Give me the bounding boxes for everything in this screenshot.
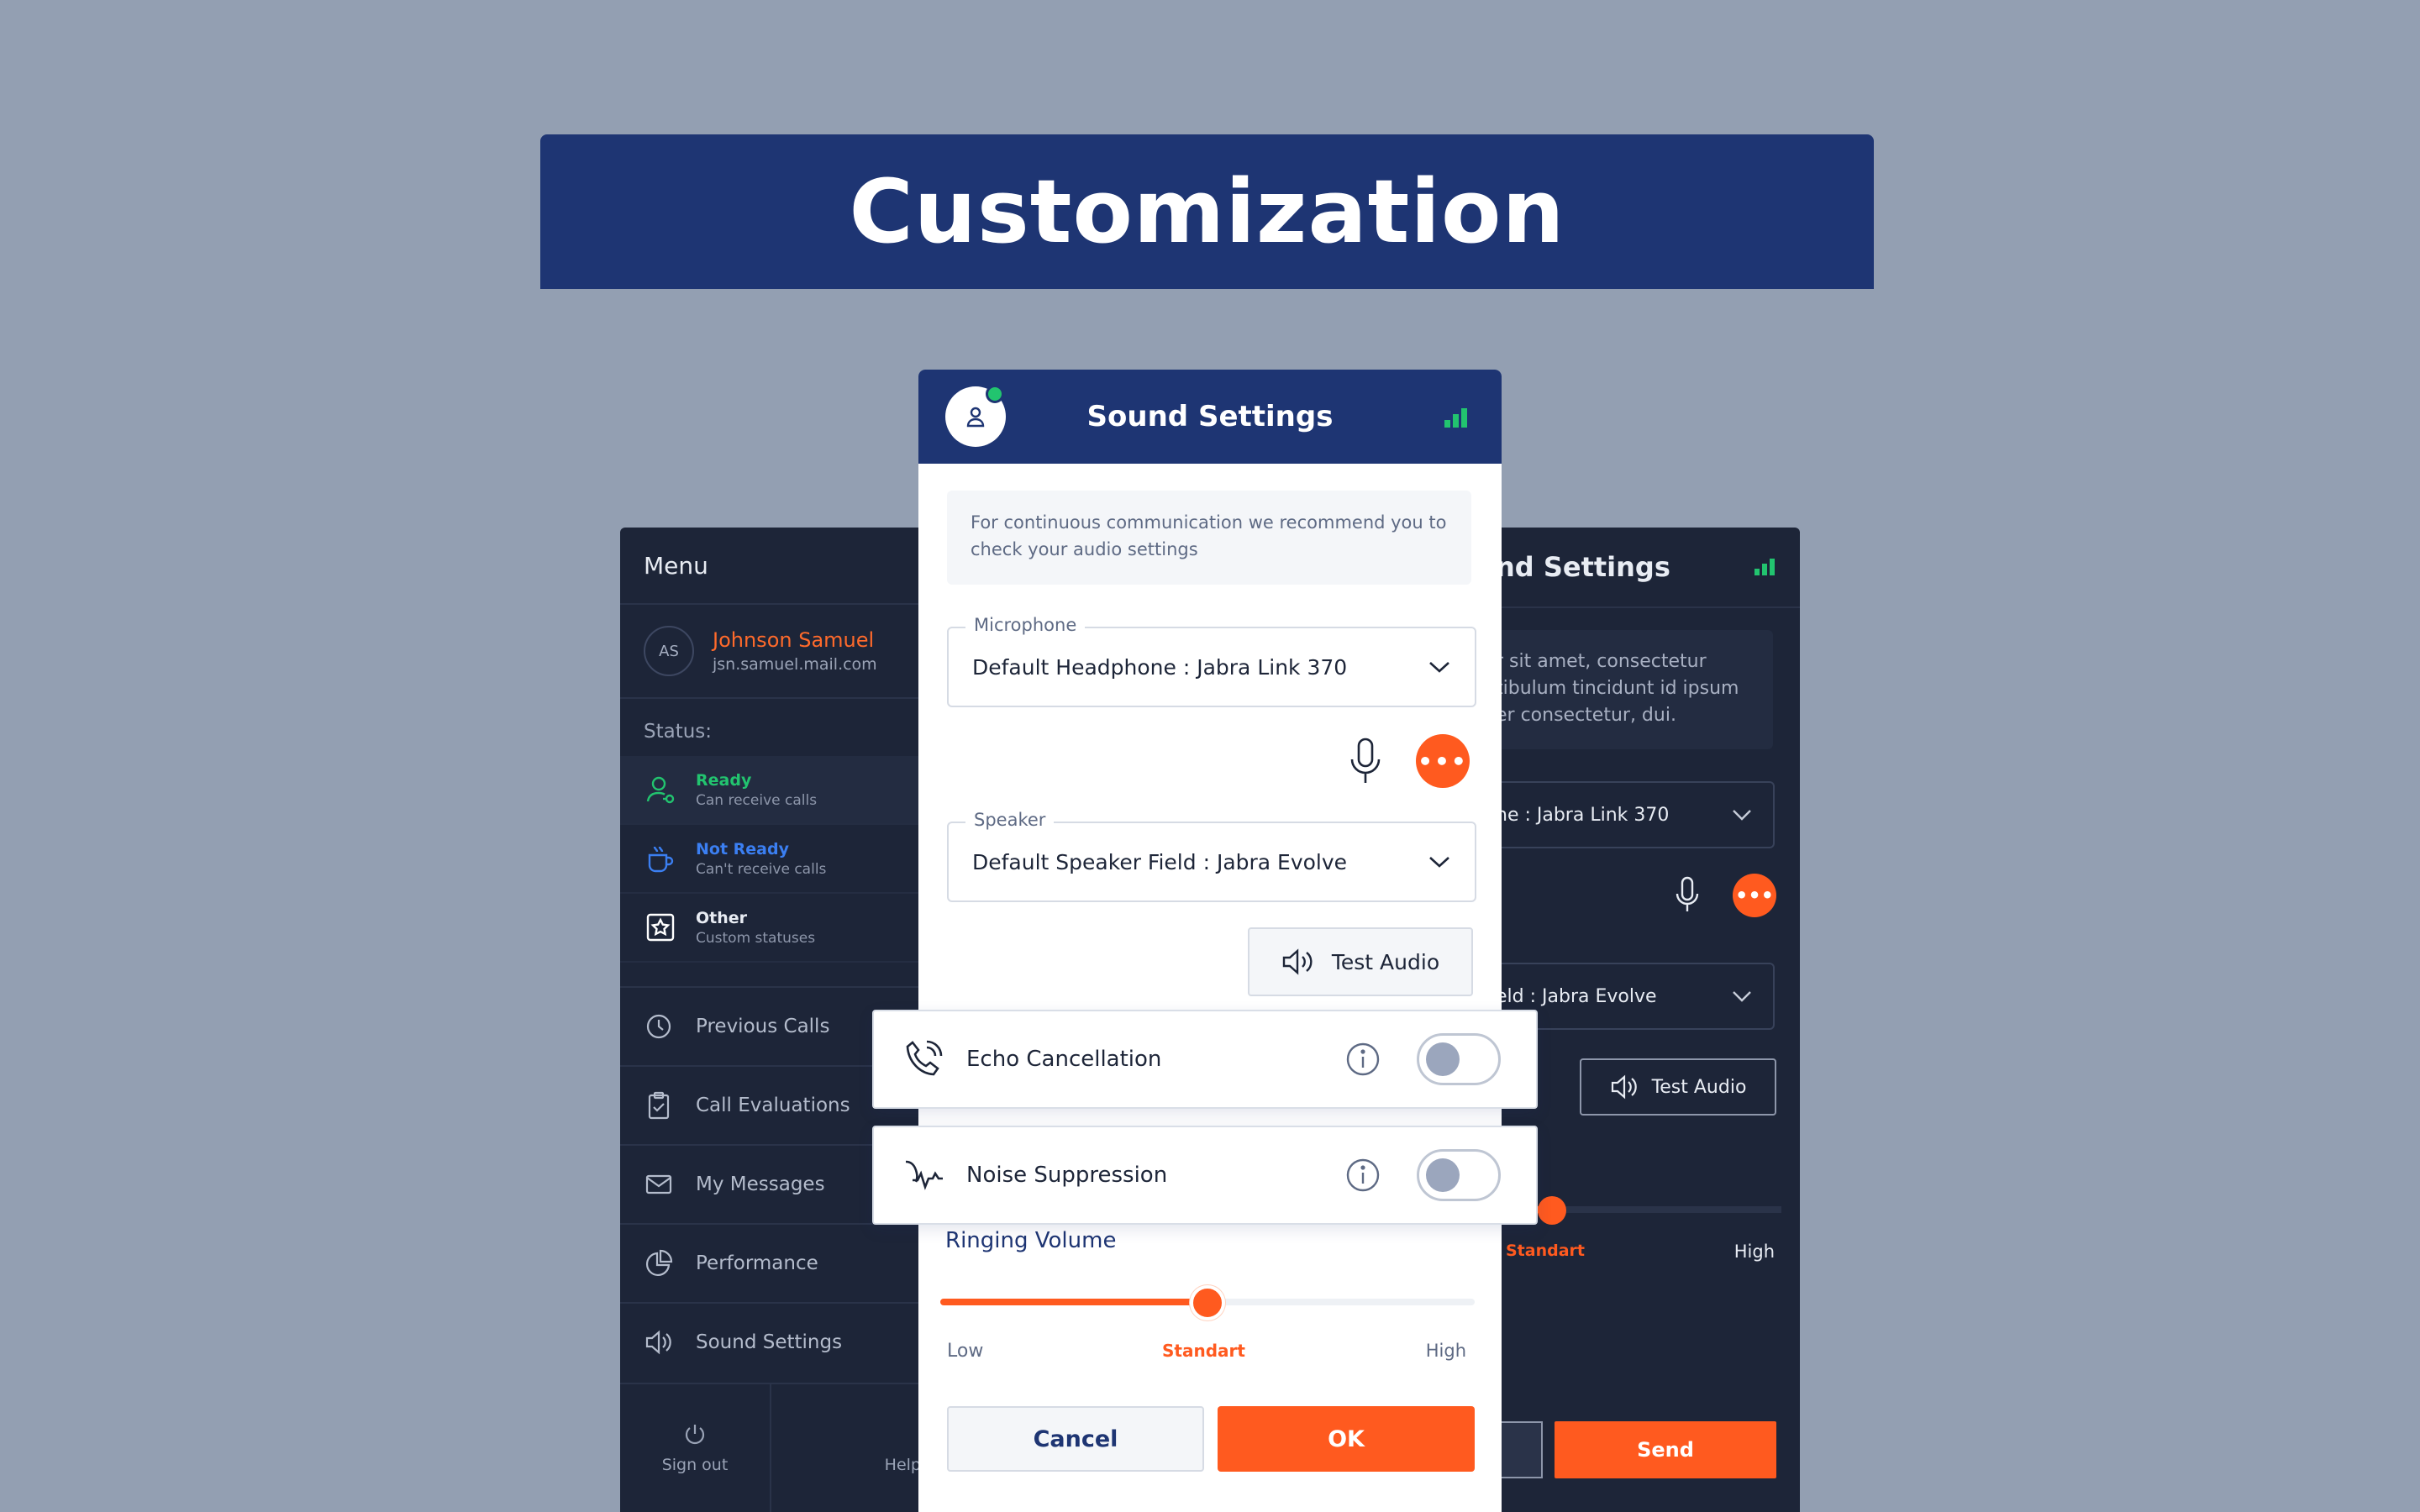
modal-title: Sound Settings — [1086, 400, 1334, 433]
chevron-down-icon — [1429, 857, 1449, 868]
online-status-dot — [986, 385, 1004, 403]
ringing-volume-label: Ringing Volume — [945, 1228, 1117, 1253]
user-icon — [966, 407, 985, 428]
signout-button[interactable]: Sign out — [620, 1384, 771, 1512]
speaker-legend: Speaker — [965, 810, 1055, 830]
dark-volume-knob[interactable] — [1538, 1196, 1566, 1225]
status-other-subtitle: Custom statuses — [696, 929, 816, 947]
noise-wave-icon — [905, 1160, 943, 1190]
signal-icon — [1444, 408, 1467, 428]
noise-suppression-toggle[interactable] — [1417, 1149, 1501, 1201]
mail-icon — [645, 1174, 672, 1194]
nav-label: Previous Calls — [696, 1016, 830, 1037]
banner-title: Customization — [849, 160, 1565, 263]
status-ready-subtitle: Can receive calls — [696, 791, 818, 809]
power-icon — [685, 1425, 705, 1445]
phone-signal-icon — [906, 1040, 943, 1076]
nav-label: Call Evaluations — [696, 1095, 850, 1116]
nav-label: My Messages — [696, 1173, 825, 1195]
user-headset-icon — [646, 776, 675, 804]
dark-more-button[interactable]: ••• — [1733, 874, 1776, 917]
help-label: Help — [884, 1456, 921, 1474]
volume-high-label: High — [1425, 1341, 1466, 1361]
nav-label: Performance — [696, 1252, 818, 1274]
dark-sound-settings-panel: nd Settings r sit amet, consectetur tibu… — [1496, 528, 1800, 1512]
echo-cancellation-toggle[interactable] — [1417, 1033, 1501, 1085]
status-not-ready[interactable]: Not Ready Can't receive calls — [620, 825, 923, 894]
menu-footer: Sign out Help — [620, 1383, 923, 1512]
speaker-select[interactable]: Speaker Default Speaker Field : Jabra Ev… — [947, 810, 1476, 902]
noise-suppression-label: Noise Suppression — [966, 1163, 1168, 1188]
dark-info-line: er consectetur, dui. — [1496, 705, 1676, 726]
more-options-button[interactable]: ••• — [1416, 734, 1470, 788]
test-audio-button[interactable]: Test Audio — [1248, 927, 1473, 996]
test-audio-label: Test Audio — [1331, 949, 1440, 974]
volume-standard-label: Standart — [1162, 1341, 1245, 1361]
pie-chart-icon — [646, 1249, 673, 1276]
info-icon[interactable] — [1344, 1041, 1381, 1078]
star-box-icon — [646, 913, 675, 942]
user-email: jsn.samuel.mail.com — [713, 655, 877, 674]
ringing-volume-fill — [940, 1299, 1207, 1305]
dark-info-box: r sit amet, consectetur tibulum tincidun… — [1496, 630, 1773, 749]
dark-info-line: r sit amet, consectetur — [1496, 651, 1707, 672]
dark-info-line: tibulum tincidunt id ipsum — [1496, 678, 1739, 699]
noise-suppression-row: Noise Suppression — [872, 1126, 1538, 1225]
info-icon[interactable] — [1344, 1157, 1381, 1194]
nav-sound-settings[interactable]: Sound Settings — [620, 1302, 923, 1381]
user-name: Johnson Samuel — [713, 628, 875, 652]
coffee-cup-icon — [648, 846, 674, 873]
menu-title: Menu — [620, 528, 923, 605]
dark-speaker-value: eld : Jabra Evolve — [1496, 985, 1657, 1007]
modal-header: Sound Settings — [918, 370, 1502, 464]
user-profile[interactable]: AS Johnson Samuel jsn.samuel.mail.com — [620, 605, 923, 699]
echo-cancellation-label: Echo Cancellation — [966, 1047, 1162, 1072]
chevron-down-icon — [1733, 991, 1751, 1002]
microphone-icon[interactable] — [1674, 875, 1701, 916]
dark-volume-standard: Standart — [1506, 1242, 1585, 1260]
clipboard-icon — [648, 1091, 670, 1120]
volume-low-label: Low — [947, 1341, 984, 1362]
dark-test-audio-button[interactable]: Test Audio — [1580, 1058, 1776, 1116]
banner: Customization — [540, 134, 1874, 289]
microphone-icon[interactable] — [1349, 737, 1382, 785]
dark-panel-title: nd Settings — [1496, 551, 1670, 583]
send-button[interactable]: Send — [1555, 1421, 1776, 1478]
dark-microphone-select[interactable]: ne : Jabra Link 370 — [1496, 781, 1775, 848]
nav-performance[interactable]: Performance — [620, 1223, 923, 1302]
cancel-button[interactable]: Cancel — [947, 1406, 1204, 1472]
status-not-ready-subtitle: Can't receive calls — [696, 860, 827, 878]
speaker-icon — [645, 1330, 671, 1355]
microphone-select[interactable]: Microphone Default Headphone : Jabra Lin… — [947, 615, 1476, 707]
dark-cancel-button[interactable] — [1496, 1421, 1543, 1478]
dark-volume-high: High — [1733, 1242, 1775, 1262]
signal-icon — [1754, 559, 1775, 575]
status-label: Status: — [644, 721, 713, 743]
help-button[interactable]: Help — [771, 1384, 923, 1512]
speaker-icon — [1611, 1074, 1637, 1100]
info-box: For continuous communication we recommen… — [947, 491, 1471, 585]
ok-button[interactable]: OK — [1218, 1406, 1475, 1472]
speaker-value: Default Speaker Field : Jabra Evolve — [972, 849, 1348, 874]
signout-label: Sign out — [661, 1456, 729, 1474]
status-not-ready-title: Not Ready — [696, 839, 789, 858]
status-other-title: Other — [696, 908, 748, 927]
dark-microphone-value: ne : Jabra Link 370 — [1496, 804, 1670, 826]
chevron-down-icon — [1733, 810, 1751, 821]
avatar: AS — [644, 626, 694, 676]
status-other[interactable]: Other Custom statuses — [620, 894, 923, 963]
history-icon — [646, 1014, 671, 1039]
speaker-icon — [1282, 948, 1313, 975]
microphone-legend: Microphone — [965, 615, 1086, 635]
chevron-down-icon — [1429, 662, 1449, 673]
nav-label: Sound Settings — [696, 1331, 843, 1353]
dark-test-audio-label: Test Audio — [1651, 1076, 1747, 1098]
microphone-value: Default Headphone : Jabra Link 370 — [972, 654, 1348, 680]
echo-cancellation-row: Echo Cancellation — [872, 1010, 1538, 1109]
ringing-volume-knob[interactable] — [1190, 1285, 1225, 1320]
status-ready-title: Ready — [696, 770, 752, 790]
status-ready[interactable]: Ready Can receive calls — [620, 756, 923, 825]
sound-settings-modal: Sound Settings For continuous communicat… — [918, 370, 1502, 1512]
